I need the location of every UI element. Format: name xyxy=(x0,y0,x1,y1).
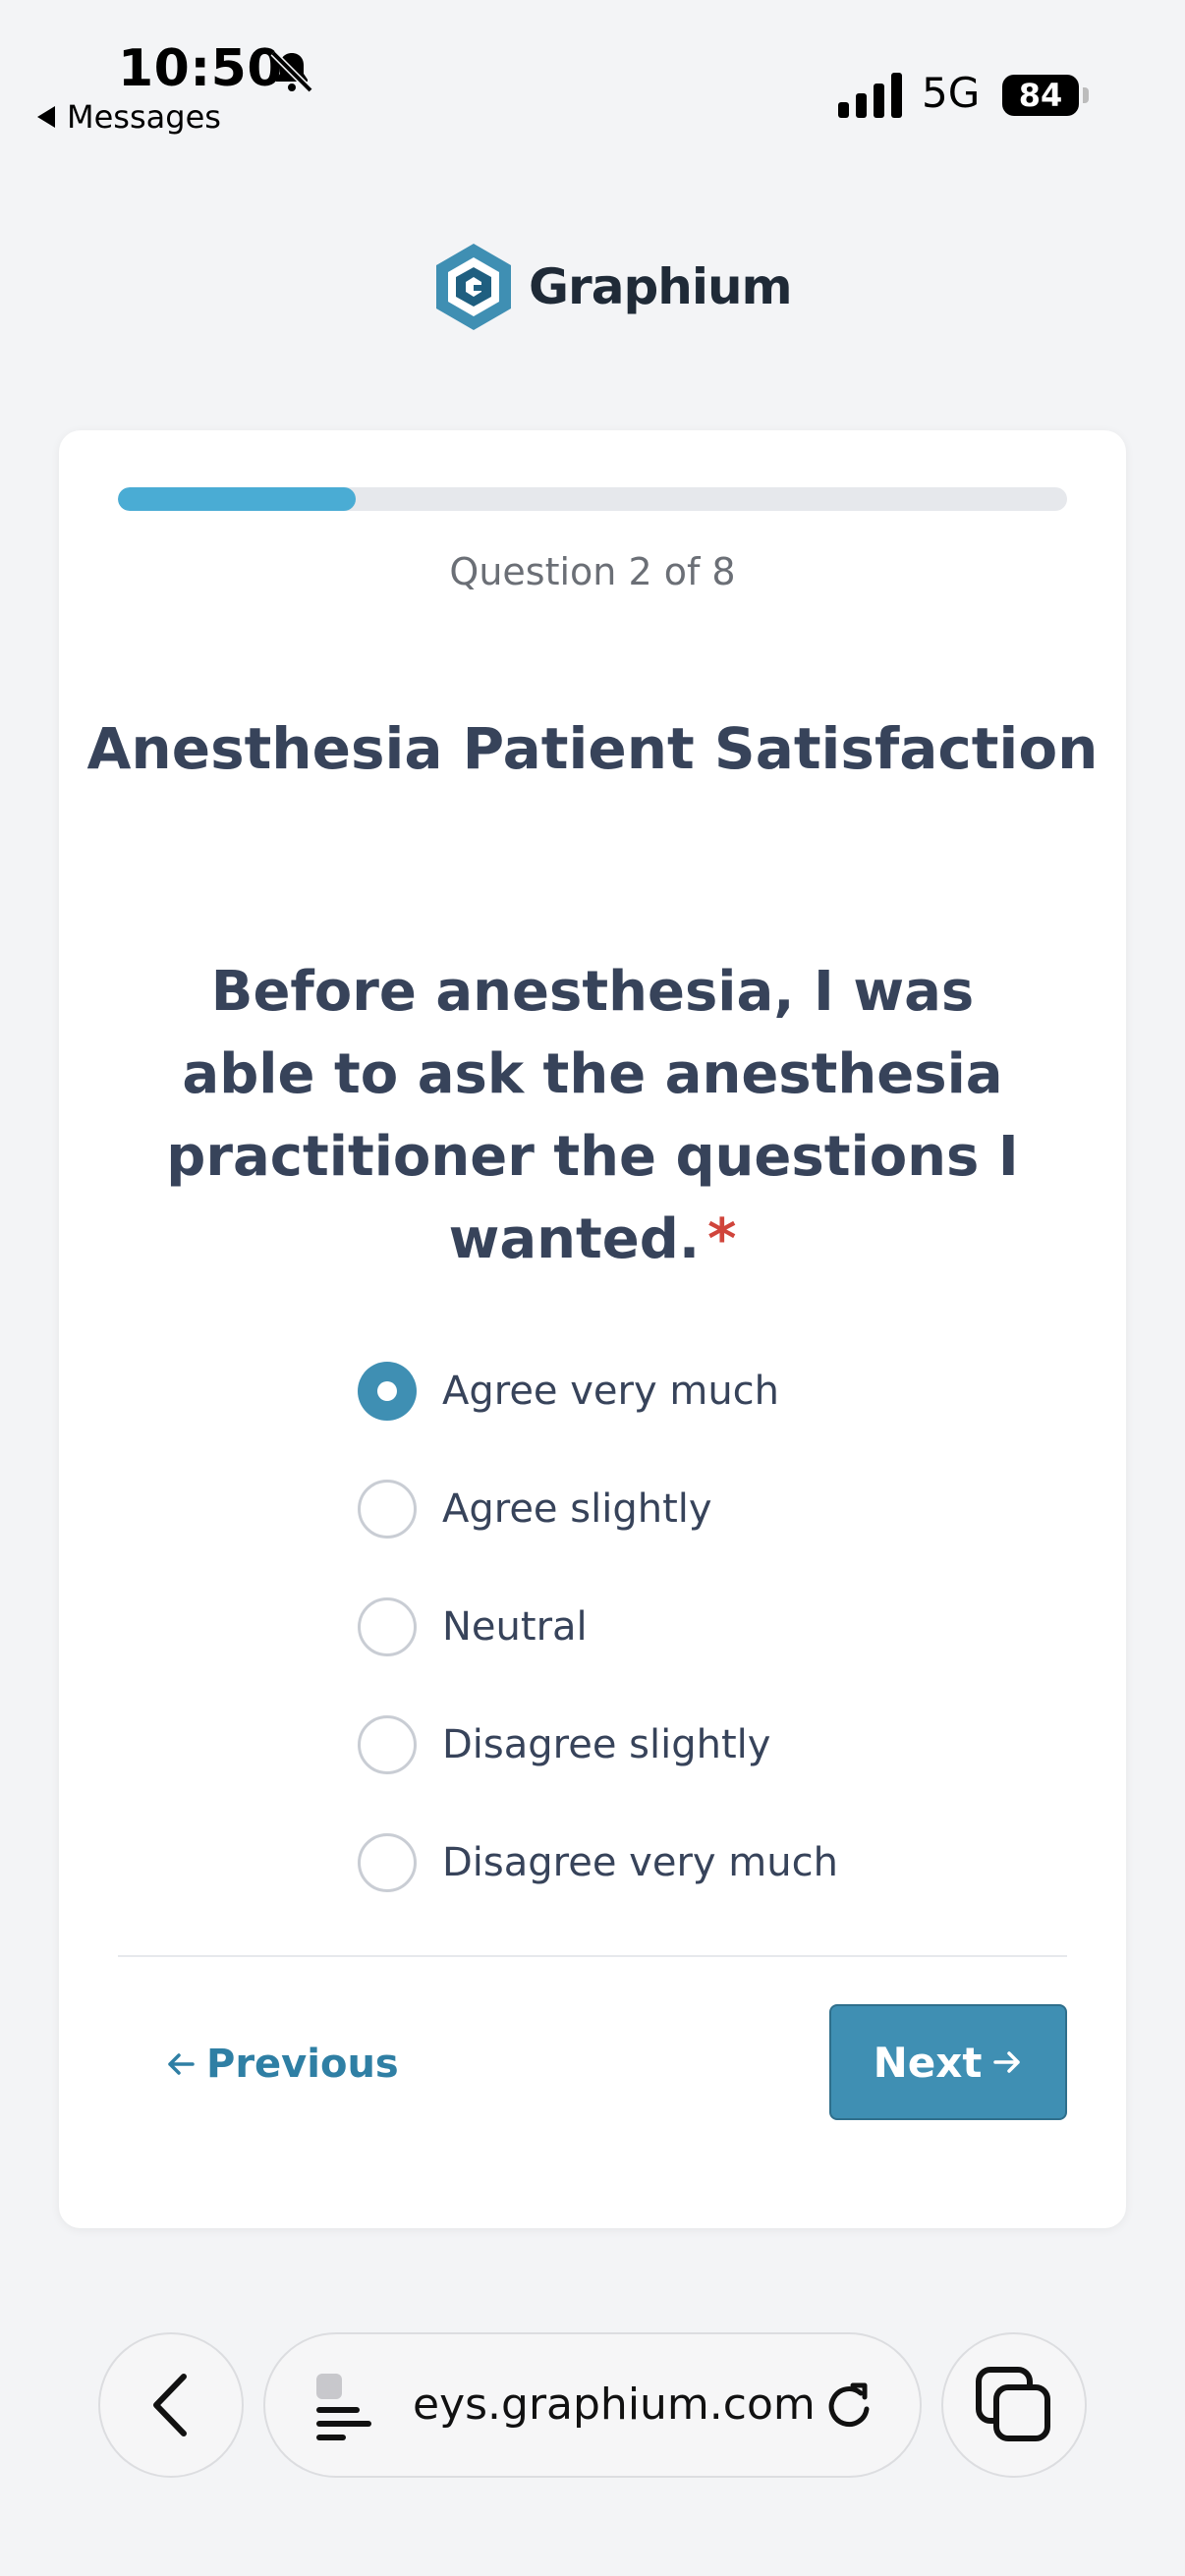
network-type: 5G xyxy=(922,69,981,117)
bell-slash-icon xyxy=(270,50,313,93)
battery-level: 84 xyxy=(1002,75,1079,116)
arrow-right-icon xyxy=(993,2051,1021,2073)
option-agree-slightly[interactable]: Agree slightly xyxy=(358,1450,838,1568)
survey-card: Question 2 of 8 Anesthesia Patient Satis… xyxy=(59,430,1126,2228)
next-label: Next xyxy=(873,2038,983,2087)
back-triangle-icon xyxy=(37,106,55,128)
battery-cap xyxy=(1083,87,1089,103)
cellular-signal-icon xyxy=(838,73,902,118)
option-neutral[interactable]: Neutral xyxy=(358,1568,838,1686)
survey-title: Anesthesia Patient Satisfaction xyxy=(86,715,1099,782)
option-label: Neutral xyxy=(442,1604,588,1650)
question-text: Before anesthesia, I was able to ask the… xyxy=(138,951,1047,1281)
option-label: Disagree very much xyxy=(442,1840,838,1885)
page-menu-icon[interactable] xyxy=(310,2372,379,2442)
logo-text: Graphium xyxy=(529,258,793,315)
option-agree-very-much[interactable]: Agree very much xyxy=(358,1332,838,1450)
radio-button[interactable] xyxy=(358,1480,417,1539)
option-disagree-slightly[interactable]: Disagree slightly xyxy=(358,1686,838,1804)
option-disagree-very-much[interactable]: Disagree very much xyxy=(358,1804,838,1922)
screen: 10:50 Messages 5G 84 Graphium Question 2… xyxy=(0,0,1185,2576)
question-label: Before anesthesia, I was able to ask the… xyxy=(166,960,1019,1271)
chevron-left-icon xyxy=(153,2374,187,2436)
reload-icon[interactable] xyxy=(818,2376,880,2438)
answer-options: Agree very much Agree slightly Neutral D… xyxy=(358,1332,838,1922)
status-time: 10:50 xyxy=(118,39,284,98)
battery-indicator: 84 xyxy=(1002,75,1089,116)
radio-button[interactable] xyxy=(358,1597,417,1656)
address-bar[interactable]: eys.graphium.com xyxy=(263,2332,922,2478)
option-label: Disagree slightly xyxy=(442,1722,771,1767)
option-label: Agree slightly xyxy=(442,1486,712,1532)
back-label: Messages xyxy=(67,98,221,136)
radio-button[interactable] xyxy=(358,1715,417,1774)
next-button[interactable]: Next xyxy=(829,2004,1067,2120)
previous-button[interactable]: Previous xyxy=(165,2042,399,2087)
graphium-logo-icon xyxy=(436,244,511,330)
arrow-left-icon xyxy=(168,2053,195,2075)
tabs-button[interactable] xyxy=(941,2332,1087,2478)
graphium-logo: Graphium xyxy=(432,242,793,332)
radio-button[interactable] xyxy=(358,1833,417,1892)
previous-label: Previous xyxy=(206,2042,399,2087)
divider xyxy=(118,1955,1067,1957)
tabs-icon xyxy=(976,2367,1050,2441)
progress-bar-fill xyxy=(118,487,356,511)
option-label: Agree very much xyxy=(442,1369,780,1414)
required-asterisk: * xyxy=(707,1207,737,1271)
url-text[interactable]: eys.graphium.com xyxy=(413,2380,816,2430)
progress-bar xyxy=(118,487,1067,511)
radio-button[interactable] xyxy=(358,1362,417,1421)
question-counter: Question 2 of 8 xyxy=(449,550,736,593)
back-to-messages[interactable]: Messages xyxy=(37,98,221,136)
browser-back-button[interactable] xyxy=(98,2332,244,2478)
